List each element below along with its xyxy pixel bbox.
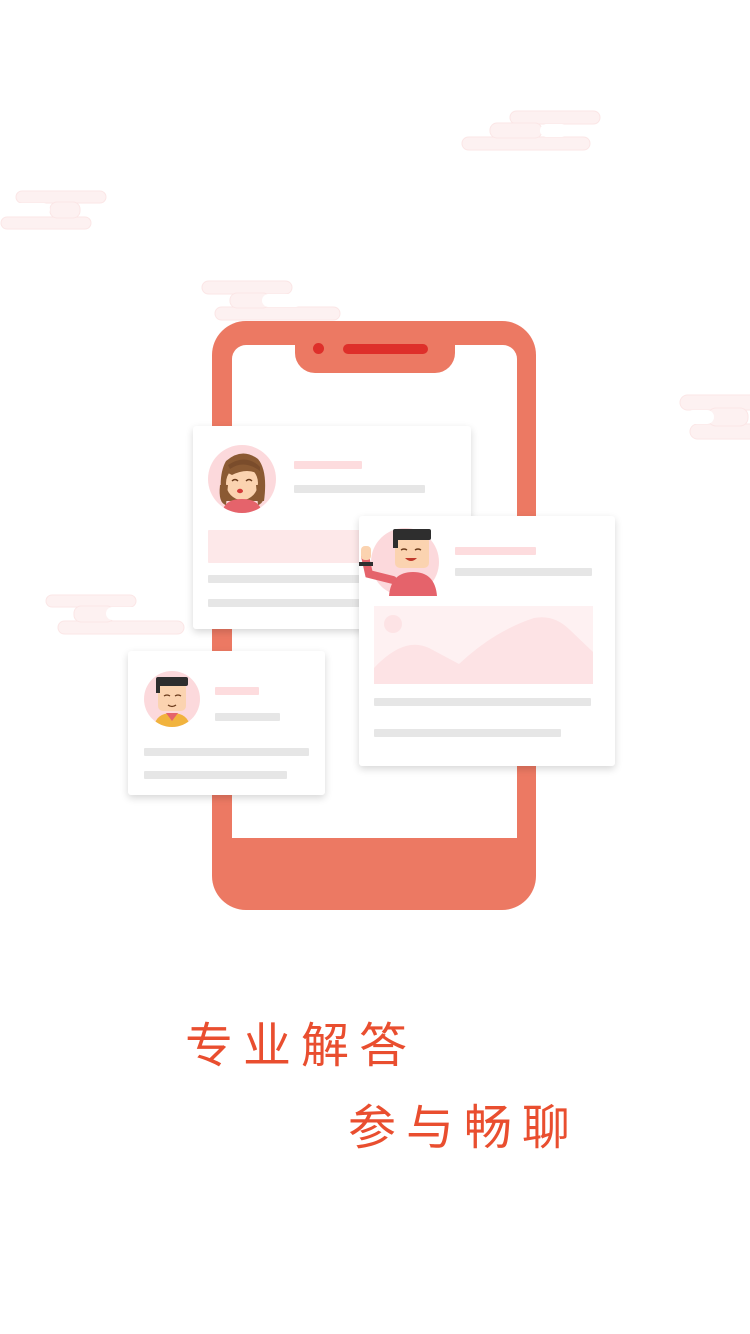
cloud-decoration [45,594,185,635]
text-placeholder [144,748,309,756]
text-placeholder [294,485,425,493]
text-placeholder [208,599,368,607]
text-placeholder [455,568,592,576]
chat-card-boy [128,651,325,795]
slogan-line-1: 专业解答 [185,1018,418,1074]
camera-icon [313,343,324,354]
text-placeholder [144,771,287,779]
cloud-decoration [679,394,750,440]
name-placeholder [215,687,259,695]
image-placeholder-icon [374,606,593,684]
cloud-decoration [201,280,341,321]
name-placeholder [294,461,362,469]
highlight-placeholder [208,530,368,563]
text-placeholder [374,729,561,737]
boy-avatar-icon [144,671,200,727]
slogan-line-2: 参与畅聊 [348,1100,581,1156]
name-placeholder [455,547,536,555]
text-placeholder [374,698,591,706]
woman-avatar-icon [208,445,276,513]
waving-man-avatar-icon [359,528,439,596]
text-placeholder [215,713,280,721]
cloud-decoration [0,190,107,230]
text-placeholder [208,575,368,583]
phone-notch [295,321,455,373]
chat-card-man [359,516,615,766]
cloud-decoration [461,110,601,151]
speaker-icon [343,344,428,354]
